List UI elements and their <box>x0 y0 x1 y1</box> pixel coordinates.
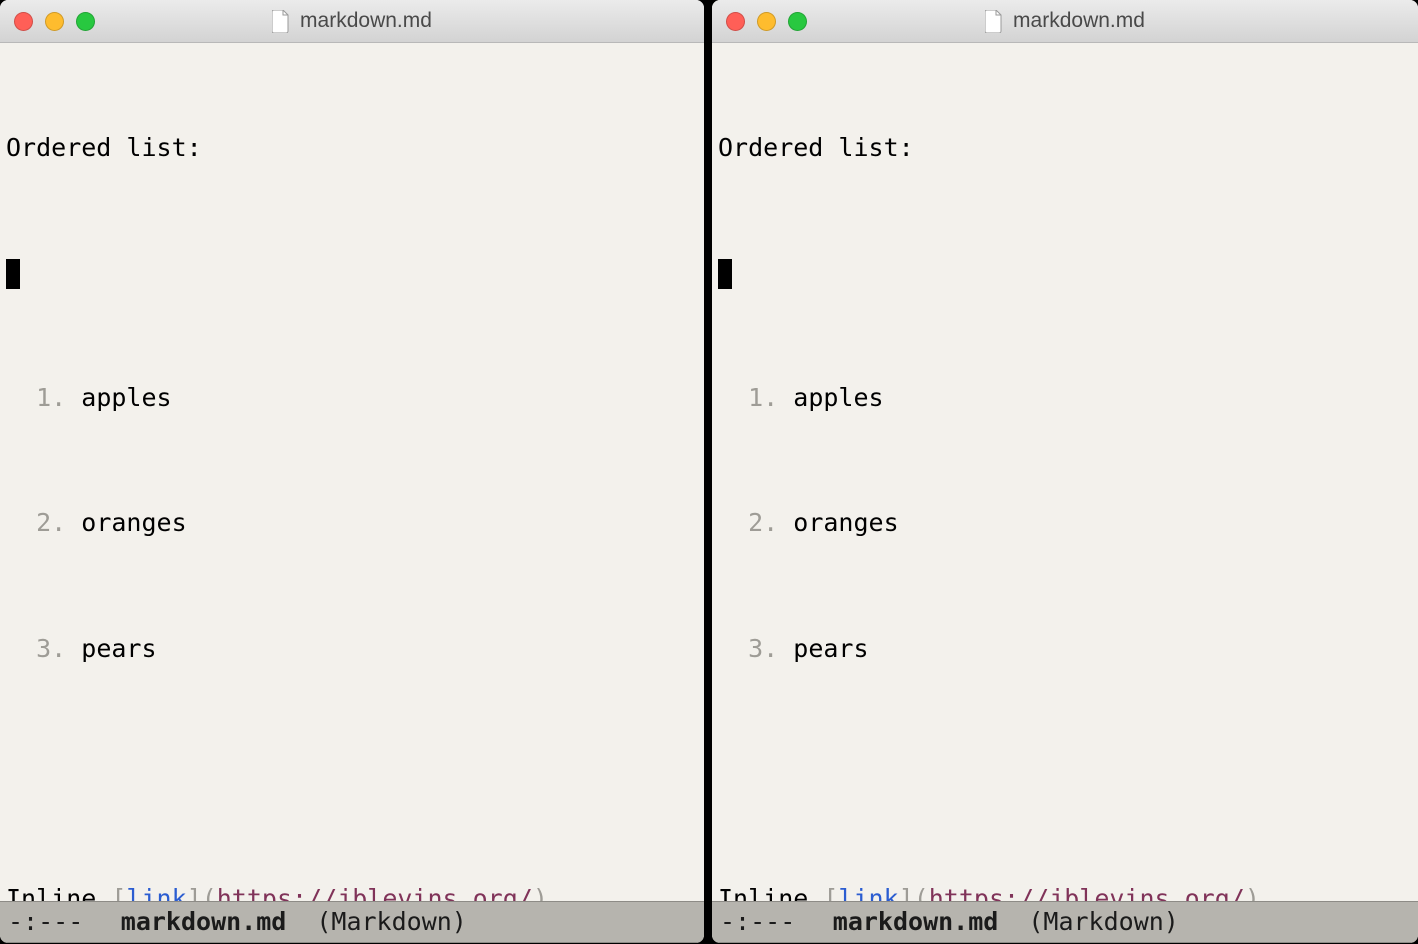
inline-link-line: Inline [link](https://jblevins.org/). <box>718 878 1418 901</box>
heading-line: Ordered list: <box>6 127 704 169</box>
cursor-line <box>718 252 1418 294</box>
list-item: 1. apples <box>718 377 1418 419</box>
close-icon[interactable] <box>726 12 745 31</box>
inline-link[interactable]: link <box>126 884 186 901</box>
modeline-filename: markdown.md <box>833 901 999 943</box>
list-item: 3. pears <box>6 628 704 670</box>
zoom-icon[interactable] <box>788 12 807 31</box>
modeline-mode: (Markdown) <box>1028 901 1179 943</box>
minimize-icon[interactable] <box>757 12 776 31</box>
blank <box>718 753 1418 795</box>
inline-link[interactable]: link <box>838 884 898 901</box>
buffer[interactable]: Ordered list: 1. apples 2. oranges 3. pe… <box>712 43 1418 901</box>
title-filename: markdown.md <box>300 3 432 38</box>
text-cursor <box>718 259 732 289</box>
buffer[interactable]: Ordered list: 1. apples 2. oranges 3. pe… <box>0 43 704 901</box>
file-icon <box>985 10 1003 33</box>
window-title: markdown.md <box>712 3 1418 38</box>
heading-line: Ordered list: <box>718 127 1418 169</box>
modeline-mode: (Markdown) <box>316 901 467 943</box>
list-item: 3. pears <box>718 628 1418 670</box>
list-item: 1. apples <box>6 377 704 419</box>
file-icon <box>272 10 290 33</box>
window-controls <box>14 12 95 31</box>
modeline-status: -:--- <box>8 901 83 943</box>
title-filename: markdown.md <box>1013 3 1145 38</box>
list-item: 2. oranges <box>6 502 704 544</box>
titlebar: markdown.md <box>0 0 704 43</box>
text-cursor <box>6 259 20 289</box>
modeline: -:--- markdown.md (Markdown) <box>712 901 1418 943</box>
window-controls <box>726 12 807 31</box>
modeline-status: -:--- <box>720 901 795 943</box>
cursor-line <box>6 252 704 294</box>
close-icon[interactable] <box>14 12 33 31</box>
blank <box>6 753 704 795</box>
zoom-icon[interactable] <box>76 12 95 31</box>
editor-window-left: markdown.md Ordered list: 1. apples 2. o… <box>0 0 704 943</box>
titlebar: markdown.md <box>712 0 1418 43</box>
editor-window-right: markdown.md Ordered list: 1. apples 2. o… <box>712 0 1418 943</box>
window-title: markdown.md <box>0 3 704 38</box>
modeline: -:--- markdown.md (Markdown) <box>0 901 704 943</box>
minimize-icon[interactable] <box>45 12 64 31</box>
modeline-filename: markdown.md <box>121 901 287 943</box>
list-item: 2. oranges <box>718 502 1418 544</box>
inline-link-line: Inline [link](https://jblevins.org/). <box>6 878 704 901</box>
